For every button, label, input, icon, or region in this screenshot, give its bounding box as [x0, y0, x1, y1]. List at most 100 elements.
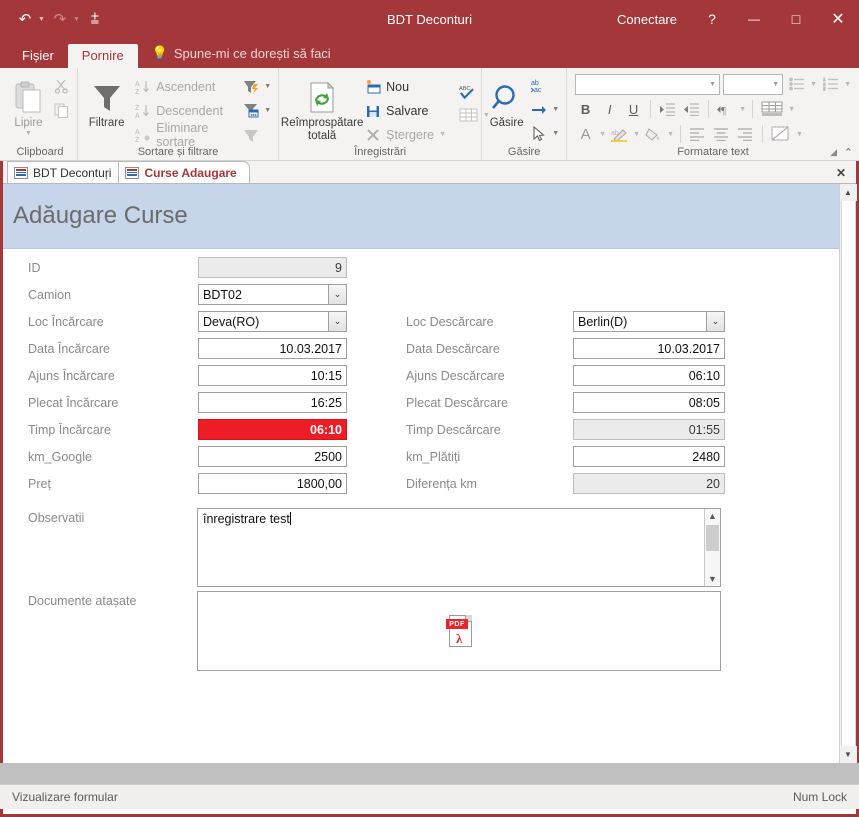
field-input-loc-descarcare[interactable]: Berlin(D) ⌄ [573, 311, 725, 332]
delete-record-icon [364, 126, 381, 143]
filter-by-form-button[interactable]: ▼ [239, 99, 274, 122]
new-record-icon [364, 78, 381, 95]
filter-by-form-dropdown-icon[interactable]: ▼ [264, 107, 271, 114]
field-row-ajuns-descarcare: Ajuns Descărcare 06:10 [406, 365, 726, 386]
svg-text:ab: ab [531, 80, 539, 87]
advanced-filter-icon [242, 78, 259, 95]
gridlines-icon [759, 99, 785, 120]
customize-qat-icon[interactable]: ⩲ [84, 8, 106, 30]
select-icon [530, 125, 547, 142]
field-input-plecat-descarcare[interactable]: 08:05 [573, 392, 725, 413]
field-label-loc-descarcare: Loc Descărcare [406, 314, 494, 329]
refresh-all-button[interactable]: Reîmprospătare totală [281, 72, 363, 142]
chevron-down-icon[interactable]: ⌄ [328, 285, 346, 304]
field-row-observatii: Observatii [28, 511, 198, 525]
replace-button[interactable]: ab ac [527, 74, 562, 97]
advanced-filter-button[interactable]: ▼ [239, 75, 274, 98]
field-input-plecat-incarcare[interactable]: 16:25 [198, 392, 347, 413]
scroll-down-icon[interactable]: ▼ [839, 746, 857, 763]
field-row-pret: Preț 1800,00 [28, 473, 348, 494]
doctab-bdt-decontuRI[interactable]: BDT Decontuŗi [7, 161, 125, 183]
font-name-combo[interactable]: ▼ [575, 73, 721, 95]
doctab-curse-adaugare[interactable]: Curse Adaugare [118, 161, 250, 183]
field-input-pret[interactable]: 1800,00 [198, 473, 347, 494]
status-num-lock: Num Lock [792, 790, 847, 804]
select-dropdown-icon[interactable]: ▼ [552, 130, 559, 137]
observatii-textarea[interactable]: înregistrare test ▲ ▼ [197, 508, 721, 587]
chevron-down-icon[interactable]: ⌄ [328, 312, 346, 331]
ribbon: Lipire ▼ Clipboard Filtrare A Z Ascenden… [0, 68, 859, 161]
field-row-km-platiti: km_Plătiți 2480 [406, 446, 726, 467]
sign-in-button[interactable]: Conectare [603, 12, 691, 27]
decrease-indent-icon [681, 99, 702, 120]
collapse-ribbon-icon[interactable]: ⌃ [844, 146, 853, 159]
field-label-km-platiti: km_Plătiți [406, 449, 461, 464]
field-label-diferenta-km: Diferența km [406, 476, 477, 491]
svg-text:Z: Z [135, 105, 140, 112]
minimize-button[interactable]: — [733, 0, 775, 38]
scroll-down-icon[interactable]: ▼ [708, 574, 717, 584]
field-input-km-google[interactable]: 2500 [198, 446, 347, 467]
field-input-data-incarcare[interactable]: 10.03.2017 [198, 338, 347, 359]
form-vertical-scrollbar[interactable]: ▲ ▼ [839, 184, 857, 763]
status-bar: Vizualizare formular Num Lock [0, 784, 859, 809]
align-left-icon [687, 124, 708, 145]
tab-fisier[interactable]: Fișier [8, 44, 68, 68]
filter-button[interactable]: Filtrare [82, 72, 131, 130]
close-button[interactable]: ✕ [817, 0, 859, 38]
select-button[interactable]: ▼ [527, 122, 562, 145]
paste-icon [14, 75, 44, 115]
ribbon-tab-strip: Fișier Pornire 💡 Spune-mi ce dorești să … [0, 38, 859, 68]
chevron-down-icon[interactable]: ⌄ [706, 312, 724, 331]
pdf-file-icon[interactable]: PDF λ [446, 615, 472, 647]
field-label-loc-incarcare: Loc Încărcare [28, 314, 104, 329]
help-icon[interactable]: ? [691, 0, 733, 38]
attachment-control[interactable]: PDF λ [197, 591, 721, 671]
tab-pornire[interactable]: Pornire [67, 44, 138, 68]
goto-button[interactable]: ▼ [527, 98, 562, 121]
tell-me-search[interactable]: 💡 Spune-mi ce dorești să faci [138, 41, 341, 68]
maximize-button[interactable]: □ [775, 0, 817, 38]
field-input-timp-incarcare: 06:10 [198, 419, 347, 440]
field-input-km-platiti[interactable]: 2480 [573, 446, 725, 467]
sort-asc-label: Ascendent [156, 79, 216, 94]
font-color-icon: A [580, 125, 591, 143]
undo-icon[interactable]: ↶ [14, 8, 36, 30]
font-size-dropdown-icon[interactable]: ▼ [769, 81, 782, 88]
find-button[interactable]: Găsire [486, 72, 527, 130]
clear-sort-button: A Z Eliminare sortare [131, 121, 235, 149]
find-icon [491, 75, 523, 115]
field-input-data-descarcare[interactable]: 10.03.2017 [573, 338, 725, 359]
memo-scrollbar[interactable]: ▲ ▼ [704, 509, 720, 586]
scroll-up-icon[interactable]: ▲ [839, 184, 857, 201]
save-record-icon [364, 102, 381, 119]
field-input-camion[interactable]: BDT02 ⌄ [198, 284, 347, 305]
ribbon-group-find: Găsire ab ac ▼ ▼ Găsire [481, 68, 566, 161]
scrollbar-track[interactable] [840, 201, 856, 746]
sort-descending-button: Z A Descendent [131, 99, 235, 122]
form-header: Adăugare Curse [3, 184, 839, 249]
sort-desc-icon: Z A [134, 102, 151, 119]
field-label-plecat-incarcare: Plecat Încărcare [28, 395, 119, 410]
bullets-icon [786, 74, 807, 95]
new-record-button[interactable]: Nou [361, 75, 449, 98]
field-label-documente-atasate: Documente atașate [28, 594, 137, 608]
undo-dropdown-icon[interactable]: ▼ [38, 16, 47, 23]
bullets-dropdown-icon: ▼ [810, 80, 818, 88]
font-name-dropdown-icon[interactable]: ▼ [706, 81, 719, 88]
scrollbar-thumb[interactable] [706, 525, 719, 551]
font-size-combo[interactable]: ▼ [723, 73, 784, 95]
advanced-filter-dropdown-icon[interactable]: ▼ [264, 83, 271, 90]
close-document-icon[interactable]: ✕ [836, 166, 846, 180]
field-input-loc-incarcare[interactable]: Deva(RO) ⌄ [198, 311, 347, 332]
field-input-ajuns-incarcare[interactable]: 10:15 [198, 365, 347, 386]
field-label-id: ID [28, 260, 41, 275]
field-input-ajuns-descarcare[interactable]: 06:10 [573, 365, 725, 386]
form-icon [14, 166, 28, 179]
scroll-up-icon[interactable]: ▲ [708, 511, 717, 521]
goto-dropdown-icon[interactable]: ▼ [552, 106, 559, 113]
save-record-button[interactable]: Salvare [361, 99, 449, 122]
ribbon-group-text-format: ▼ ▼ ▼ 1 2 3 ▼ B I U ¶ ▼ ▼ A ▼ ab ▼ ▼ ▼ F… [566, 68, 859, 161]
form-canvas: Adăugare Curse ID 9 Camion BDT02 ⌄ Loc Î… [3, 184, 839, 763]
text-format-dialog-launcher-icon[interactable]: ◢ [830, 147, 837, 158]
